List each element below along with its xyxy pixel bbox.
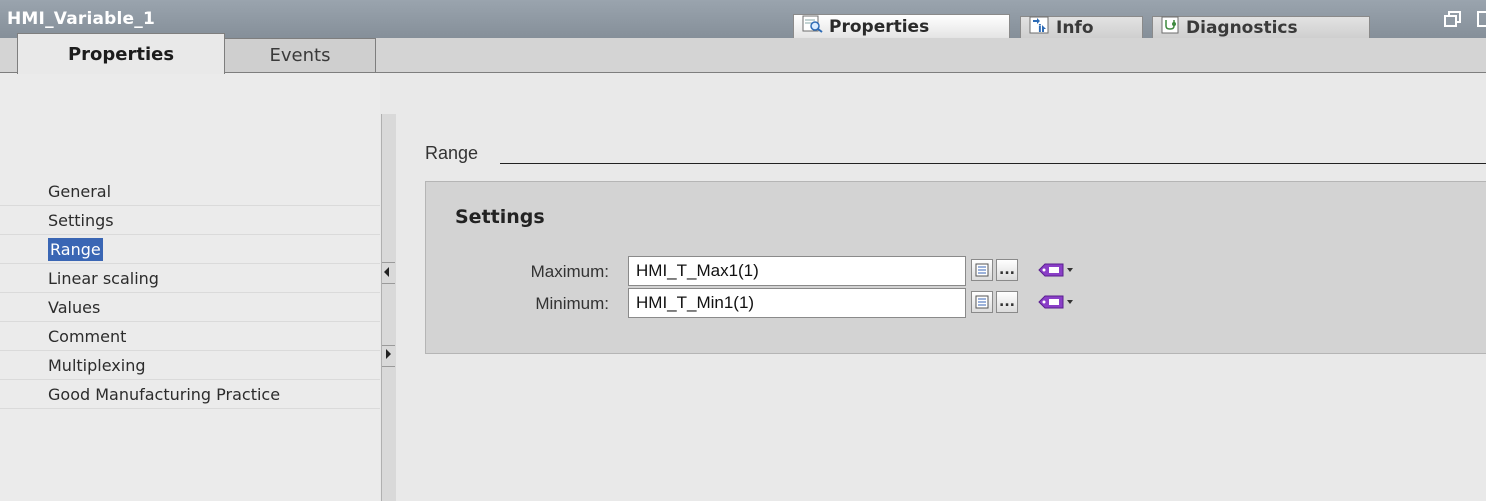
list-icon bbox=[975, 295, 989, 309]
maximum-browse-button[interactable]: ... bbox=[996, 259, 1018, 281]
maximum-tag-dropdown[interactable] bbox=[1037, 259, 1085, 281]
tab-info-label: Info bbox=[1056, 17, 1094, 38]
tab-events[interactable]: Events bbox=[224, 38, 376, 72]
section-title: Range bbox=[425, 143, 479, 163]
tag-icon bbox=[1038, 295, 1073, 309]
collapse-left-arrow-icon[interactable] bbox=[384, 267, 389, 277]
tab-events-label: Events bbox=[269, 45, 331, 66]
minimum-label: Minimum: bbox=[535, 294, 609, 313]
tab-properties-inspector-label: Properties bbox=[829, 16, 930, 37]
tab-diagnostics[interactable]: Diagnostics bbox=[1152, 16, 1370, 38]
info-icon: i bbox=[1029, 16, 1051, 39]
nav-item-comment[interactable]: Comment bbox=[0, 322, 380, 351]
tab-properties[interactable]: Properties bbox=[17, 33, 225, 74]
minimum-list-button[interactable] bbox=[971, 291, 993, 313]
nav-item-multiplexing[interactable]: Multiplexing bbox=[0, 351, 380, 380]
nav-item-good-manufacturing-practice[interactable]: Good Manufacturing Practice bbox=[0, 380, 380, 409]
nav-item-general[interactable]: General bbox=[0, 177, 380, 206]
minimum-browse-button[interactable]: ... bbox=[996, 291, 1018, 313]
maximum-field[interactable]: HMI_T_Max1(1) bbox=[628, 256, 966, 286]
object-title: HMI_Variable_1 bbox=[7, 9, 156, 29]
section-divider bbox=[500, 163, 1486, 164]
settings-group: Settings Maximum: HMI_T_Max1(1) ... Mini… bbox=[425, 181, 1486, 354]
list-icon bbox=[975, 263, 989, 277]
svg-text:i: i bbox=[1038, 22, 1042, 34]
nav-item-values[interactable]: Values bbox=[0, 293, 380, 322]
group-title: Settings bbox=[455, 206, 545, 228]
minimum-field[interactable]: HMI_T_Min1(1) bbox=[628, 288, 966, 318]
maximum-list-button[interactable] bbox=[971, 259, 993, 281]
property-navigation: General Settings Range Linear scaling Va… bbox=[0, 73, 380, 501]
nav-item-linear-scaling[interactable]: Linear scaling bbox=[0, 264, 380, 293]
nav-item-settings[interactable]: Settings bbox=[0, 206, 380, 235]
expand-right-arrow-icon[interactable] bbox=[386, 349, 391, 359]
tab-properties-label: Properties bbox=[67, 43, 175, 65]
property-content: Range Settings Maximum: HMI_T_Max1(1) ..… bbox=[396, 73, 1486, 501]
tab-diagnostics-label: Diagnostics bbox=[1186, 17, 1298, 38]
navigation-splitter[interactable] bbox=[381, 114, 397, 501]
minimum-tag-dropdown[interactable] bbox=[1037, 291, 1085, 313]
properties-icon bbox=[802, 15, 824, 38]
tag-icon bbox=[1038, 263, 1073, 277]
tab-properties-inspector[interactable]: Properties bbox=[793, 14, 1010, 38]
restore-window-icon[interactable] bbox=[1444, 10, 1462, 32]
nav-item-range[interactable]: Range bbox=[0, 235, 380, 264]
maximum-label: Maximum: bbox=[530, 262, 609, 281]
tab-info[interactable]: i Info bbox=[1020, 16, 1143, 38]
diagnostics-icon bbox=[1161, 16, 1181, 39]
maximize-window-icon[interactable] bbox=[1477, 10, 1486, 32]
